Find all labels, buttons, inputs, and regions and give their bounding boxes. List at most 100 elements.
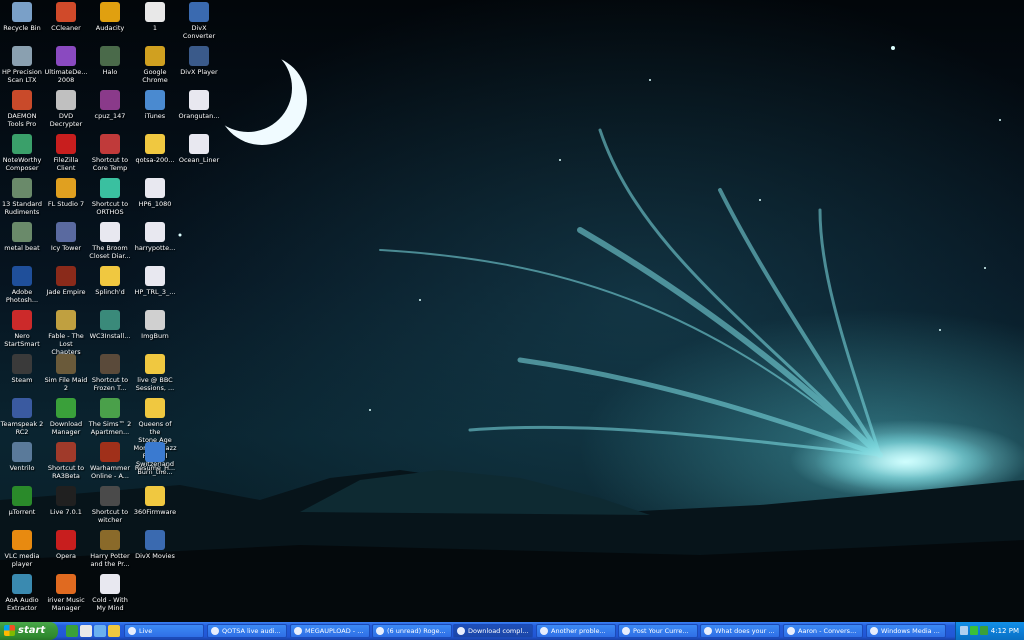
desktop-icon[interactable]: Teamspeak 2 RC2 xyxy=(0,398,44,436)
desktop-icon[interactable]: Shortcut to witcher xyxy=(88,486,132,524)
taskbar-button[interactable]: Post Your Curre... xyxy=(618,624,698,638)
desktop-icon-label: iriver Music Manager xyxy=(47,596,85,612)
system-tray: 4:12 PM xyxy=(955,622,1024,640)
desktop-icon[interactable]: Adobe Photosh... xyxy=(0,266,44,304)
taskbar-button[interactable]: (6 unread) Roge... xyxy=(372,624,452,638)
desktop-icon[interactable] xyxy=(66,625,78,637)
desktop-icon[interactable]: DVD Decrypter xyxy=(44,90,88,128)
ie-icon xyxy=(457,627,465,635)
desktop-icon[interactable]: Ventrilo xyxy=(0,442,44,472)
desktop-icon[interactable]: Orangutan... xyxy=(177,90,221,120)
desktop-icon-label: The Broom Closet Diar... xyxy=(89,244,131,260)
taskbar-button-label: MEGAUPLOAD - ... xyxy=(305,627,364,635)
taskbar-button[interactable]: Another proble... xyxy=(536,624,616,638)
desktop-icon[interactable]: Resume_H... xyxy=(133,442,177,472)
desktop-icon-label: Live 7.0.1 xyxy=(50,508,82,516)
taskbar-button[interactable]: Live xyxy=(124,624,204,638)
taskbar-button[interactable]: Aaron - Convers... xyxy=(783,624,863,638)
desktop-icon[interactable]: WC3Install... xyxy=(88,310,132,340)
desktop-icon[interactable]: The Sims™ 2 Apartmen... xyxy=(88,398,132,436)
desktop-icon[interactable]: NoteWorthy Composer xyxy=(0,134,44,172)
network-icon[interactable] xyxy=(960,626,968,635)
folder-icon xyxy=(128,627,136,635)
desktop-icon[interactable]: HP Precision Scan LTX xyxy=(0,46,44,84)
desktop-icon[interactable]: Fable - The Lost Chapters xyxy=(44,310,88,356)
desktop-icon[interactable]: iTunes xyxy=(133,90,177,120)
desktop-icon[interactable]: Shortcut to Frozen T... xyxy=(88,354,132,392)
ie-icon[interactable] xyxy=(94,625,106,637)
desktop-icon[interactable]: metal beat xyxy=(0,222,44,252)
desktop-icon[interactable]: UltimateDe... 2008 xyxy=(44,46,88,84)
taskbar-button[interactable]: MEGAUPLOAD - ... xyxy=(290,624,370,638)
desktop-icon[interactable]: Nero StartSmart xyxy=(0,310,44,348)
desktop-icon[interactable]: live @ BBC Sessions, ... xyxy=(133,354,177,392)
sims-icon xyxy=(56,354,76,374)
desktop-icon[interactable]: µTorrent xyxy=(0,486,44,516)
desktop-icon[interactable]: DAEMON Tools Pro xyxy=(0,90,44,128)
desktop-icon[interactable]: Sim File Maid 2 xyxy=(44,354,88,392)
desktop-icon[interactable]: DivX Converter xyxy=(177,2,221,40)
desktop-icon[interactable]: FileZilla Client xyxy=(44,134,88,172)
taskbar-button[interactable]: Windows Media ... xyxy=(866,624,946,638)
desktop-icon[interactable]: Download Manager xyxy=(44,398,88,436)
desktop-icon-label: Nero StartSmart xyxy=(4,332,40,348)
folder-icon xyxy=(145,354,165,374)
taskbar-button[interactable]: Download compl... xyxy=(453,624,533,638)
taskbar: start Live QOTSA live audi... MEGAUPLOAD -… xyxy=(0,622,1024,640)
desktop-icon[interactable]: 1 xyxy=(133,2,177,32)
desktop-icon[interactable]: Audacity xyxy=(88,2,132,32)
desktop-icon[interactable]: qotsa-200... xyxy=(133,134,177,164)
desktop-icon-label: FL Studio 7 xyxy=(47,200,85,208)
desktop-icon[interactable]: 13 Standard Rudiments xyxy=(0,178,44,216)
game-icon xyxy=(100,354,120,374)
desktop-icon[interactable]: Steam xyxy=(0,354,44,384)
desktop-icon[interactable]: Splinch'd xyxy=(88,266,132,296)
start-button[interactable]: start xyxy=(0,622,58,640)
ie-icon xyxy=(294,627,302,635)
desktop-icon[interactable]: Ocean_Liner xyxy=(177,134,221,164)
desktop-icon[interactable]: Shortcut to RA3Beta xyxy=(44,442,88,480)
music-score-icon xyxy=(12,134,32,154)
desktop-icon-label: 360Firmware xyxy=(133,508,177,516)
desktop-icon[interactable]: 360Firmware xyxy=(133,486,177,516)
desktop-icon[interactable]: Harry Potter and the Pr... xyxy=(88,530,132,568)
desktop-icon[interactable]: VLC media player xyxy=(0,530,44,568)
desktop-icon[interactable]: Shortcut to ORTHOS xyxy=(88,178,132,216)
desktop-icon[interactable]: DivX Player xyxy=(177,46,221,76)
desktop-icon-label: Audacity xyxy=(95,24,125,32)
orthos-icon xyxy=(100,178,120,198)
desktop-icon[interactable]: AoA Audio Extractor xyxy=(0,574,44,612)
video-file-icon xyxy=(145,222,165,242)
messenger-icon[interactable] xyxy=(970,626,978,635)
taskbar-button-label: Download compl... xyxy=(468,627,529,635)
desktop-icon[interactable]: Recycle Bin xyxy=(0,2,44,32)
folder-icon[interactable] xyxy=(108,625,120,637)
desktop-icon[interactable]: FL Studio 7 xyxy=(44,178,88,208)
desktop-icon-label: HP_TRL_3_... xyxy=(134,288,176,296)
desktop-icon[interactable]: Google Chrome xyxy=(133,46,177,84)
desktop-icon[interactable]: Shortcut to Core Temp xyxy=(88,134,132,172)
desktop-icon[interactable]: The Broom Closet Diar... xyxy=(88,222,132,260)
desktop-icon[interactable]: Icy Tower xyxy=(44,222,88,252)
desktop-icon[interactable]: Halo xyxy=(88,46,132,76)
media-icon[interactable] xyxy=(80,625,92,637)
desktop-icon[interactable]: Opera xyxy=(44,530,88,560)
desktop-icon[interactable]: Warhammer Online - A... xyxy=(88,442,132,480)
desktop-icon[interactable]: Live 7.0.1 xyxy=(44,486,88,516)
game-icon xyxy=(100,530,120,550)
utorrent-icon[interactable] xyxy=(980,626,988,635)
desktop-icon[interactable]: Jade Empire xyxy=(44,266,88,296)
desktop-icon[interactable]: ImgBurn xyxy=(133,310,177,340)
desktop-icon[interactable]: DivX Movies xyxy=(133,530,177,560)
desktop-icon[interactable]: HP_TRL_3_... xyxy=(133,266,177,296)
desktop-icon[interactable]: cpuz_147 xyxy=(88,90,132,120)
desktop-icon[interactable]: HP6_1080 xyxy=(133,178,177,208)
desktop-icon[interactable]: harrypotte... xyxy=(133,222,177,252)
taskbar-button[interactable]: QOTSA live audi... xyxy=(207,624,287,638)
desktop-icon[interactable]: CCleaner xyxy=(44,2,88,32)
audio-extractor-icon xyxy=(12,574,32,594)
desktop-icon[interactable]: Cold - With My Mind xyxy=(88,574,132,612)
desktop-icon[interactable]: iriver Music Manager xyxy=(44,574,88,612)
video-file-icon xyxy=(145,266,165,286)
taskbar-button[interactable]: What does your ... xyxy=(700,624,780,638)
